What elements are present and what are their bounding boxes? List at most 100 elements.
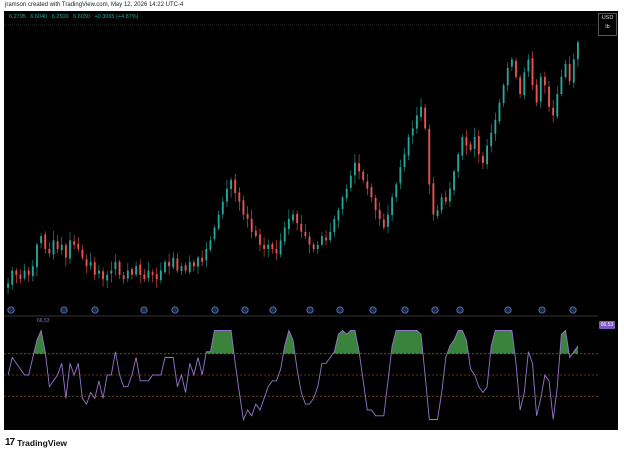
candle-body <box>97 270 100 274</box>
candle-body <box>506 68 509 86</box>
candle-body <box>444 197 447 202</box>
candle-body <box>325 237 327 241</box>
candle-body <box>473 137 476 149</box>
candle-body <box>527 59 530 72</box>
candle-body <box>358 163 361 172</box>
candle-body <box>469 144 472 150</box>
candle-body <box>382 219 385 228</box>
candle-body <box>424 107 427 129</box>
event-marker-icon <box>91 306 99 314</box>
candle-body <box>341 197 344 210</box>
candle-body <box>242 200 245 215</box>
candle-body <box>102 271 104 280</box>
candle-body <box>118 261 121 275</box>
candle-body <box>300 223 303 232</box>
candle-body <box>205 249 208 261</box>
candle-body <box>482 155 484 163</box>
candle-body <box>523 72 526 96</box>
candle-body <box>316 244 319 250</box>
candle-body <box>498 102 501 122</box>
candle-body <box>126 270 129 279</box>
event-marker-icon <box>569 306 577 314</box>
candle-body <box>40 236 43 244</box>
candle-body <box>432 183 435 215</box>
candle-body <box>279 240 282 255</box>
candle-body <box>168 261 171 267</box>
candle-body <box>122 275 125 280</box>
candle-body <box>486 145 489 165</box>
candle-body <box>64 245 67 258</box>
candle-body <box>515 60 517 77</box>
candle-body <box>217 214 220 229</box>
candle-body <box>56 241 59 249</box>
candle-body <box>296 213 299 224</box>
candle-body <box>349 175 352 188</box>
candle-body <box>312 244 315 249</box>
candle-body <box>135 266 138 275</box>
candle-body <box>250 218 253 232</box>
candle-body <box>494 119 497 134</box>
candle-body <box>147 270 150 279</box>
tradingview-logo: 17 TradingView <box>5 437 67 448</box>
candle-body <box>143 274 146 280</box>
candle-body <box>106 274 109 281</box>
candle-body <box>440 197 443 211</box>
candle-body <box>535 84 538 103</box>
candle-body <box>151 272 154 275</box>
candle-body <box>85 259 88 267</box>
event-marker-icon <box>401 306 409 314</box>
candle-body <box>502 85 505 104</box>
candle-body <box>329 231 332 241</box>
event-marker-icon <box>140 306 148 314</box>
candle-body <box>155 274 158 280</box>
candle-body <box>560 76 563 95</box>
candle-body <box>246 213 249 219</box>
tradingview-logo-icon: 17 <box>5 437 15 448</box>
candle-body <box>548 86 550 107</box>
candle-body <box>345 188 348 199</box>
event-marker-icon <box>456 306 464 314</box>
candle-body <box>23 270 26 279</box>
candle-body <box>139 264 142 275</box>
candle-body <box>407 137 410 156</box>
event-marker-icon <box>211 306 219 314</box>
event-marker-icon <box>431 306 439 314</box>
candle-body <box>465 137 468 146</box>
rsi-value-badge: 66.53 <box>599 321 615 329</box>
candle-body <box>564 63 567 78</box>
candle-body <box>238 192 241 202</box>
candle-body <box>543 76 546 86</box>
candle-body <box>552 107 555 116</box>
candle-body <box>448 188 451 202</box>
candle-body <box>556 93 559 117</box>
candle-body <box>31 266 34 277</box>
candle-body <box>77 243 80 249</box>
candle-body <box>283 227 286 242</box>
candle-body <box>254 230 257 237</box>
event-marker-icon <box>7 306 15 314</box>
candle-body <box>110 270 113 274</box>
event-marker-icon <box>269 306 277 314</box>
candle-body <box>19 274 22 280</box>
candle-body <box>320 236 323 245</box>
candle-body <box>44 234 47 249</box>
candle-body <box>131 268 133 275</box>
candle-body <box>366 181 369 189</box>
candle-body <box>60 244 63 251</box>
candle-body <box>370 187 373 198</box>
candle-body <box>568 63 571 81</box>
candle-body <box>387 214 389 227</box>
candle-body <box>519 77 522 94</box>
event-marker-icon <box>504 306 512 314</box>
candle-body <box>539 76 542 102</box>
event-marker-icon <box>369 306 377 314</box>
candle-body <box>490 132 493 147</box>
event-marker-icon <box>60 306 68 314</box>
candle-body <box>292 214 294 221</box>
candle-body <box>304 232 307 237</box>
price-chart-svg <box>4 24 598 422</box>
candle-body <box>510 59 513 67</box>
tradingview-brand: TradingView <box>17 437 68 448</box>
candle-body <box>267 244 270 249</box>
event-marker-icon <box>171 306 179 314</box>
